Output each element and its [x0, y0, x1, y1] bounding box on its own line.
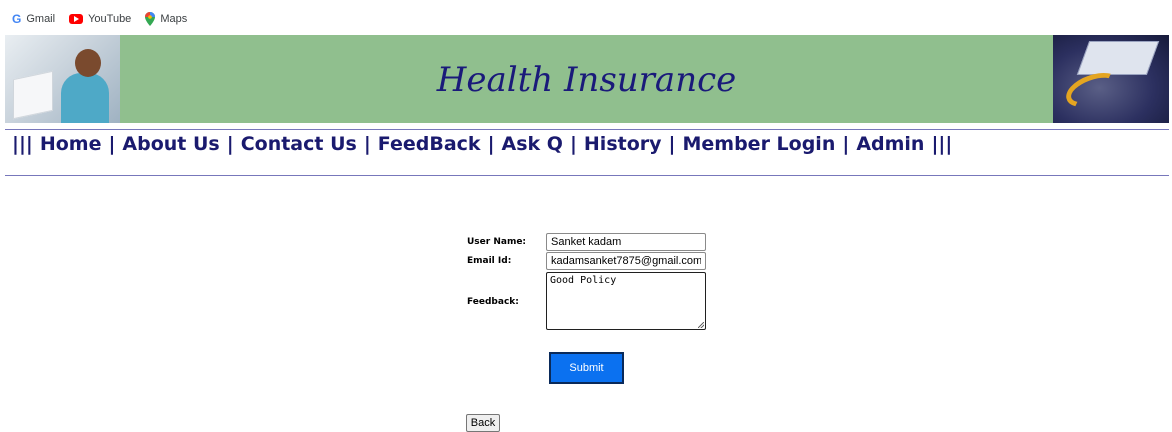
feedback-label: Feedback: — [467, 297, 519, 307]
nav-item-admin[interactable]: Admin — [856, 133, 924, 155]
feedback-textarea-wrap: Good Policy — [546, 272, 706, 330]
bookmark-label: YouTube — [88, 13, 132, 25]
nav-divider-bottom — [5, 175, 1169, 176]
nav-item-feedback[interactable]: FeedBack — [378, 133, 481, 155]
doctor-image — [5, 35, 120, 123]
nav-edge-right: ||| — [931, 133, 953, 155]
nav-item-contact-us[interactable]: Contact Us — [241, 133, 357, 155]
document-graphic-image — [1053, 35, 1169, 123]
email-field[interactable] — [546, 252, 706, 270]
site-title: Health Insurance — [436, 60, 737, 100]
bookmark-maps[interactable]: Maps — [145, 12, 187, 26]
nav-item-member-login[interactable]: Member Login — [682, 133, 835, 155]
youtube-icon — [69, 14, 84, 24]
nav-separator: | — [569, 133, 577, 155]
nav-separator: | — [108, 133, 116, 155]
resize-grip-icon[interactable] — [698, 322, 704, 328]
bookmarks-bar: G Gmail YouTube Maps — [12, 11, 187, 27]
nav-item-about-us[interactable]: About Us — [122, 133, 219, 155]
main-nav: ||| Home | About Us | Contact Us | FeedB… — [12, 131, 952, 157]
bookmark-gmail[interactable]: G Gmail — [12, 12, 55, 26]
nav-divider-top — [5, 129, 1169, 130]
google-icon: G — [12, 12, 22, 26]
username-field[interactable] — [546, 233, 706, 251]
nav-separator: | — [226, 133, 234, 155]
header-banner: Health Insurance — [5, 35, 1169, 123]
nav-separator: | — [668, 133, 676, 155]
back-button[interactable]: Back — [466, 414, 500, 432]
submit-button[interactable]: Submit — [549, 352, 624, 384]
nav-item-history[interactable]: History — [584, 133, 662, 155]
nav-edge-left: ||| — [12, 133, 33, 155]
username-label: User Name: — [467, 237, 527, 247]
nav-separator: | — [487, 133, 495, 155]
nav-separator: | — [842, 133, 850, 155]
feedback-textarea[interactable]: Good Policy — [546, 272, 706, 330]
nav-item-home[interactable]: Home — [40, 133, 102, 155]
bookmark-youtube[interactable]: YouTube — [69, 13, 131, 25]
email-label: Email Id: — [467, 256, 512, 266]
bookmark-label: Maps — [160, 13, 188, 25]
bookmark-label: Gmail — [26, 13, 56, 25]
maps-pin-icon — [145, 12, 156, 26]
nav-separator: | — [363, 133, 371, 155]
nav-item-ask-q[interactable]: Ask Q — [502, 133, 563, 155]
